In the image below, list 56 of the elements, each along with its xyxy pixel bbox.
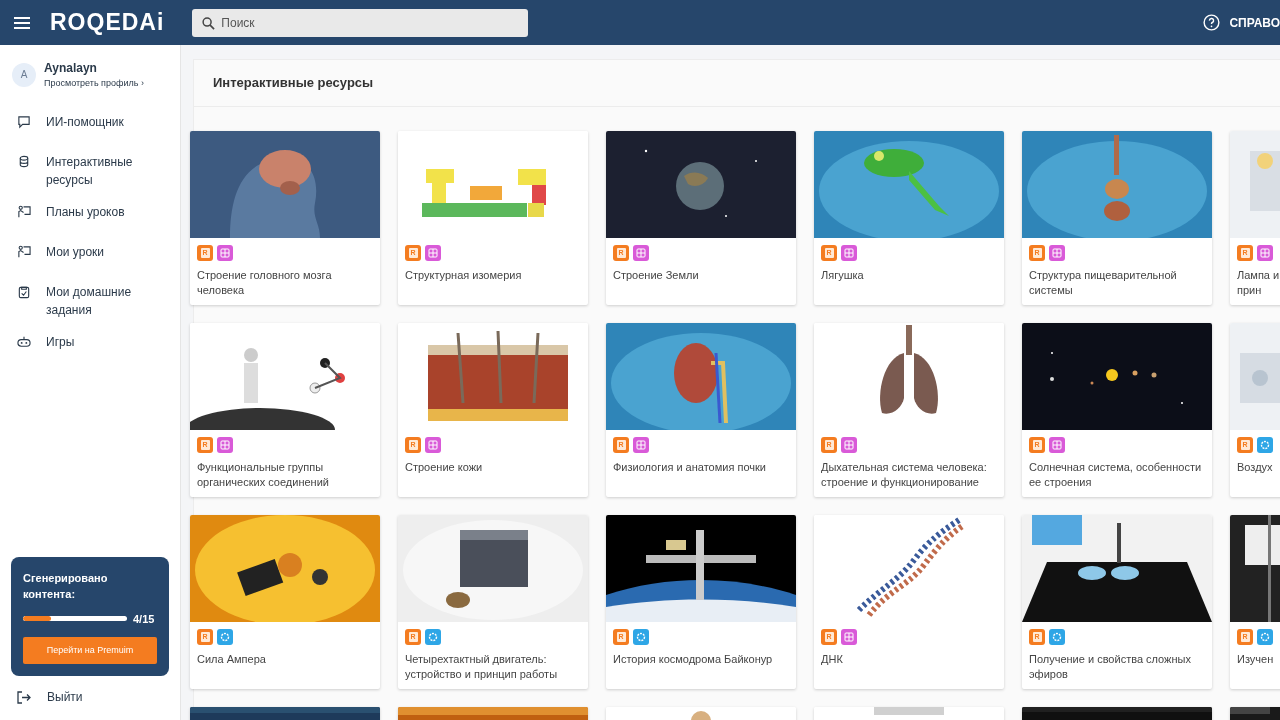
grid-badge-icon	[841, 437, 857, 453]
card-title: Строение Земли	[612, 268, 700, 283]
gamepad-icon	[17, 334, 31, 349]
card-title: История космодрома Байконур	[612, 652, 774, 667]
menu-icon[interactable]	[14, 16, 30, 29]
grid-badge-icon	[1049, 437, 1065, 453]
grid-badge-icon	[1257, 245, 1273, 261]
grid-badge-icon	[633, 437, 649, 453]
card-title: Функциональные группы органических соединений	[196, 460, 330, 490]
grid-badge-icon	[1049, 245, 1065, 261]
help-link[interactable]: СПРАВО	[1229, 13, 1280, 32]
usage-title: Сгенерировано контента:	[23, 570, 109, 602]
card-title: Получение и свойства сложных эфиров	[1028, 652, 1192, 682]
grid-badge-icon	[633, 245, 649, 261]
page-title: Интерактивные ресурсы	[213, 74, 374, 93]
profile-link[interactable]: Просмотреть профиль ›	[44, 77, 144, 91]
grid-badge-icon	[217, 245, 233, 261]
search-field[interactable]: Поиск	[192, 8, 529, 37]
grid-badge-icon	[425, 437, 441, 453]
presenter-icon	[17, 244, 31, 259]
clipboard-icon	[17, 284, 31, 299]
search-icon	[202, 16, 216, 30]
card-title: Солнечная система, особенности ее строения	[1028, 460, 1203, 490]
help-icon[interactable]	[1203, 14, 1221, 31]
card-title: Строение кожи	[404, 460, 484, 475]
flower-badge-icon	[217, 629, 233, 645]
card-title: ДНК	[820, 652, 844, 667]
grid-badge-icon	[841, 245, 857, 261]
card-title: Дыхательная система человека: строение и функционирование	[820, 460, 988, 490]
flower-badge-icon	[1257, 437, 1273, 453]
card-title: Физиология и анатомия почки	[612, 460, 767, 475]
card-title: Структурная изомерия	[404, 268, 523, 283]
flower-badge-icon	[633, 629, 649, 645]
database-icon	[17, 154, 31, 169]
grid-badge-icon	[425, 245, 441, 261]
grid-badge-icon	[841, 629, 857, 645]
card-title: Структура пищеварительной системы	[1028, 268, 1178, 298]
usage-count: 4/15	[133, 611, 155, 627]
card-title: Сила Ампера	[196, 652, 267, 667]
logout-button[interactable]: Выйти	[0, 680, 180, 714]
user-name: Aynalayn	[44, 60, 98, 77]
logout-icon	[17, 690, 31, 704]
card-title: Лягушка	[820, 268, 865, 283]
grid-badge-icon	[217, 437, 233, 453]
card-title: Строение головного мозга человека	[196, 268, 333, 298]
flower-badge-icon	[1257, 629, 1273, 645]
card-title: Изучен	[1236, 652, 1275, 667]
flower-badge-icon	[425, 629, 441, 645]
card-title: Четырехтактный двигатель: устройство и принцип работы	[404, 652, 559, 682]
logo[interactable]: ROQEDAi	[50, 5, 165, 40]
flower-badge-icon	[1049, 629, 1065, 645]
presenter-icon	[17, 204, 31, 219]
avatar[interactable]: A	[12, 62, 36, 87]
card-title: Воздух	[1236, 460, 1274, 475]
chat-icon	[17, 114, 31, 129]
card-title: Лампа и прин	[1236, 268, 1280, 298]
